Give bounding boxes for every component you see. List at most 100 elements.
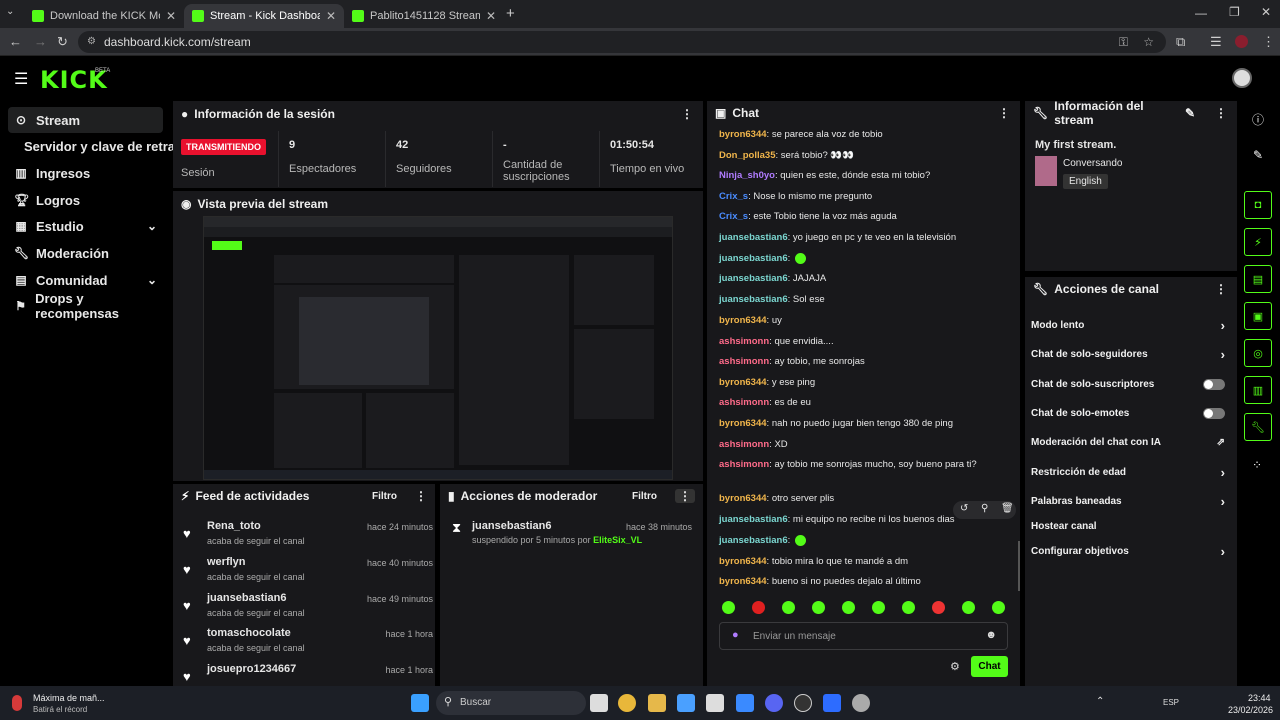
- chat-username[interactable]: byron6344: [719, 576, 767, 587]
- emoji-picker-icon[interactable]: ☻: [985, 629, 997, 641]
- reading-list-icon[interactable]: ☰: [1210, 34, 1222, 50]
- tray-chevron-icon[interactable]: ⌃: [1096, 696, 1104, 707]
- windows-start-icon[interactable]: [411, 694, 429, 712]
- quick-action-broadcast-icon[interactable]: ◎: [1244, 339, 1272, 367]
- emote-icon[interactable]: [992, 601, 1005, 614]
- chat-message[interactable]: byron6344: uy: [719, 315, 1014, 327]
- key-icon[interactable]: ⚿: [1119, 31, 1128, 53]
- action-age-restriction[interactable]: Restricción de edad ›: [1031, 461, 1225, 483]
- chat-message[interactable]: Ninja_sh0yo: quien es este, dónde esta m…: [719, 170, 1014, 182]
- stream-preview-video[interactable]: [203, 216, 673, 480]
- action-ai-moderation[interactable]: Moderación del chat con IA ⇗: [1031, 431, 1225, 453]
- action-followers-only[interactable]: Chat de solo-seguidores ›: [1031, 343, 1225, 365]
- mail-icon[interactable]: [736, 694, 754, 712]
- emote-icon[interactable]: [842, 601, 855, 614]
- app-icon[interactable]: [823, 694, 841, 712]
- follower-name[interactable]: Rena_toto: [207, 520, 261, 532]
- chat-username[interactable]: byron6344: [719, 129, 767, 140]
- close-icon[interactable]: ✕: [486, 9, 496, 23]
- action-goals[interactable]: Configurar objetivos ›: [1031, 540, 1225, 562]
- chat-message[interactable]: byron6344: bueno si no puedes dejalo al …: [719, 576, 1014, 588]
- chat-scrollbar[interactable]: [1018, 541, 1020, 591]
- emote-icon[interactable]: [752, 601, 765, 614]
- emote-icon[interactable]: [722, 601, 735, 614]
- chat-username[interactable]: ashsimonn: [719, 397, 769, 408]
- chat-username[interactable]: ashsimonn: [719, 336, 769, 347]
- action-host-channel[interactable]: Hostear canal: [1031, 515, 1225, 537]
- emote-icon[interactable]: [932, 601, 945, 614]
- moderator-name[interactable]: EliteSix_VL: [593, 535, 642, 545]
- clock-time[interactable]: 23:44: [1248, 693, 1271, 703]
- chat-message[interactable]: ashsimonn: que envidia....: [719, 336, 1014, 348]
- more-options-icon[interactable]: ⋮: [1215, 106, 1227, 120]
- user-avatar[interactable]: [1232, 68, 1252, 88]
- chat-message[interactable]: juansebastian6: Sol ese: [719, 294, 1014, 306]
- follower-name[interactable]: josuepro1234667: [207, 663, 296, 675]
- profile-avatar[interactable]: [1235, 35, 1248, 48]
- obs-icon[interactable]: [794, 694, 812, 712]
- sidebar-item-logros[interactable]: 🏆︎ Logros: [8, 187, 163, 213]
- chat-username[interactable]: juansebastian6: [719, 514, 788, 525]
- chat-username[interactable]: juansebastian6: [719, 294, 788, 305]
- browser-menu-icon[interactable]: ⋮: [1262, 34, 1275, 50]
- hamburger-menu-icon[interactable]: ☰: [14, 69, 28, 89]
- edit-icon[interactable]: ✎: [1185, 106, 1195, 120]
- follower-name[interactable]: werflyn: [207, 556, 246, 568]
- chat-message[interactable]: byron6344: se parece ala voz de tobio: [719, 129, 1014, 141]
- quick-action-screen-icon[interactable]: ◘: [1244, 191, 1272, 219]
- sidebar-item-stream[interactable]: ⊙ Stream: [8, 107, 163, 133]
- chat-username[interactable]: Ninja_sh0yo: [719, 170, 775, 181]
- quick-action-doc-icon[interactable]: ▤: [1244, 265, 1272, 293]
- quick-action-layout-icon[interactable]: ▥: [1244, 376, 1272, 404]
- more-options-icon[interactable]: ⋮: [675, 489, 695, 503]
- taskbar-search[interactable]: ⚲ Buscar: [436, 691, 586, 715]
- chat-username[interactable]: byron6344: [719, 418, 767, 429]
- action-emotes-only[interactable]: Chat de solo-emotes: [1031, 402, 1225, 424]
- close-icon[interactable]: ✕: [326, 9, 336, 23]
- chat-settings-icon[interactable]: ⚙: [950, 660, 960, 673]
- new-tab-icon[interactable]: +: [506, 5, 515, 22]
- quick-action-chat-icon[interactable]: ▣: [1244, 302, 1272, 330]
- chat-username[interactable]: ashsimonn: [719, 459, 769, 470]
- microphone-icon[interactable]: ●: [732, 629, 739, 641]
- chat-message[interactable]: juansebastian6: JAJAJA: [719, 273, 1014, 285]
- chat-message[interactable]: juansebastian6:: [719, 253, 1014, 265]
- emote-icon[interactable]: [902, 601, 915, 614]
- reload-icon[interactable]: ↻: [57, 34, 68, 50]
- forward-icon[interactable]: →: [34, 34, 47, 50]
- sidebar-item-ingresos[interactable]: ▥ Ingresos: [8, 160, 163, 186]
- emotes-only-toggle[interactable]: [1203, 407, 1225, 419]
- chat-message[interactable]: byron6344: y ese ping: [719, 377, 1014, 389]
- extensions-icon[interactable]: ⧉: [1176, 34, 1185, 50]
- chat-message[interactable]: ashsimonn: es de eu: [719, 397, 1014, 409]
- quick-action-bolt-icon[interactable]: ⚡︎: [1244, 228, 1272, 256]
- chat-username[interactable]: byron6344: [719, 377, 767, 388]
- chat-username[interactable]: juansebastian6: [719, 232, 788, 243]
- chat-message[interactable]: Don_polla35: será tobio? 👀👀: [719, 150, 1014, 162]
- moderated-user[interactable]: juansebastian6: [472, 520, 551, 532]
- more-options-icon[interactable]: ⋮: [1215, 282, 1227, 296]
- minimize-icon[interactable]: —: [1195, 6, 1207, 20]
- quick-action-more-icon[interactable]: ⁘: [1252, 458, 1262, 472]
- chat-message[interactable]: ashsimonn: XD: [719, 439, 1014, 451]
- sidebar-item-estudio[interactable]: ▦ Estudio ⌄: [8, 213, 163, 239]
- edit-icon[interactable]: ✎: [1253, 148, 1263, 162]
- chat-username[interactable]: ashsimonn: [719, 439, 769, 450]
- back-icon[interactable]: ←: [9, 34, 22, 50]
- bookmark-star-icon[interactable]: ☆: [1143, 31, 1154, 53]
- close-icon[interactable]: ✕: [166, 9, 176, 23]
- follower-name[interactable]: tomaschocolate: [207, 627, 291, 639]
- sidebar-item-server-key[interactable]: Servidor y clave de retransm: [14, 133, 174, 159]
- browser-tab-1[interactable]: Download the KICK Mobile & T ✕: [24, 4, 184, 28]
- emote-icon[interactable]: [872, 601, 885, 614]
- emote-icon[interactable]: [782, 601, 795, 614]
- chat-username[interactable]: byron6344: [719, 493, 767, 504]
- chat-username[interactable]: juansebastian6: [719, 253, 788, 264]
- tab-list-icon[interactable]: ⌄: [6, 6, 14, 17]
- chat-username[interactable]: Crix_s: [719, 211, 748, 222]
- chat-username[interactable]: juansebastian6: [719, 535, 788, 546]
- chat-message[interactable]: byron6344: nah no puedo jugar bien tengo…: [719, 418, 1014, 430]
- chat-username[interactable]: byron6344: [719, 556, 767, 567]
- file-explorer-icon[interactable]: [648, 694, 666, 712]
- quick-action-wrench-icon[interactable]: 🔧︎: [1244, 413, 1272, 441]
